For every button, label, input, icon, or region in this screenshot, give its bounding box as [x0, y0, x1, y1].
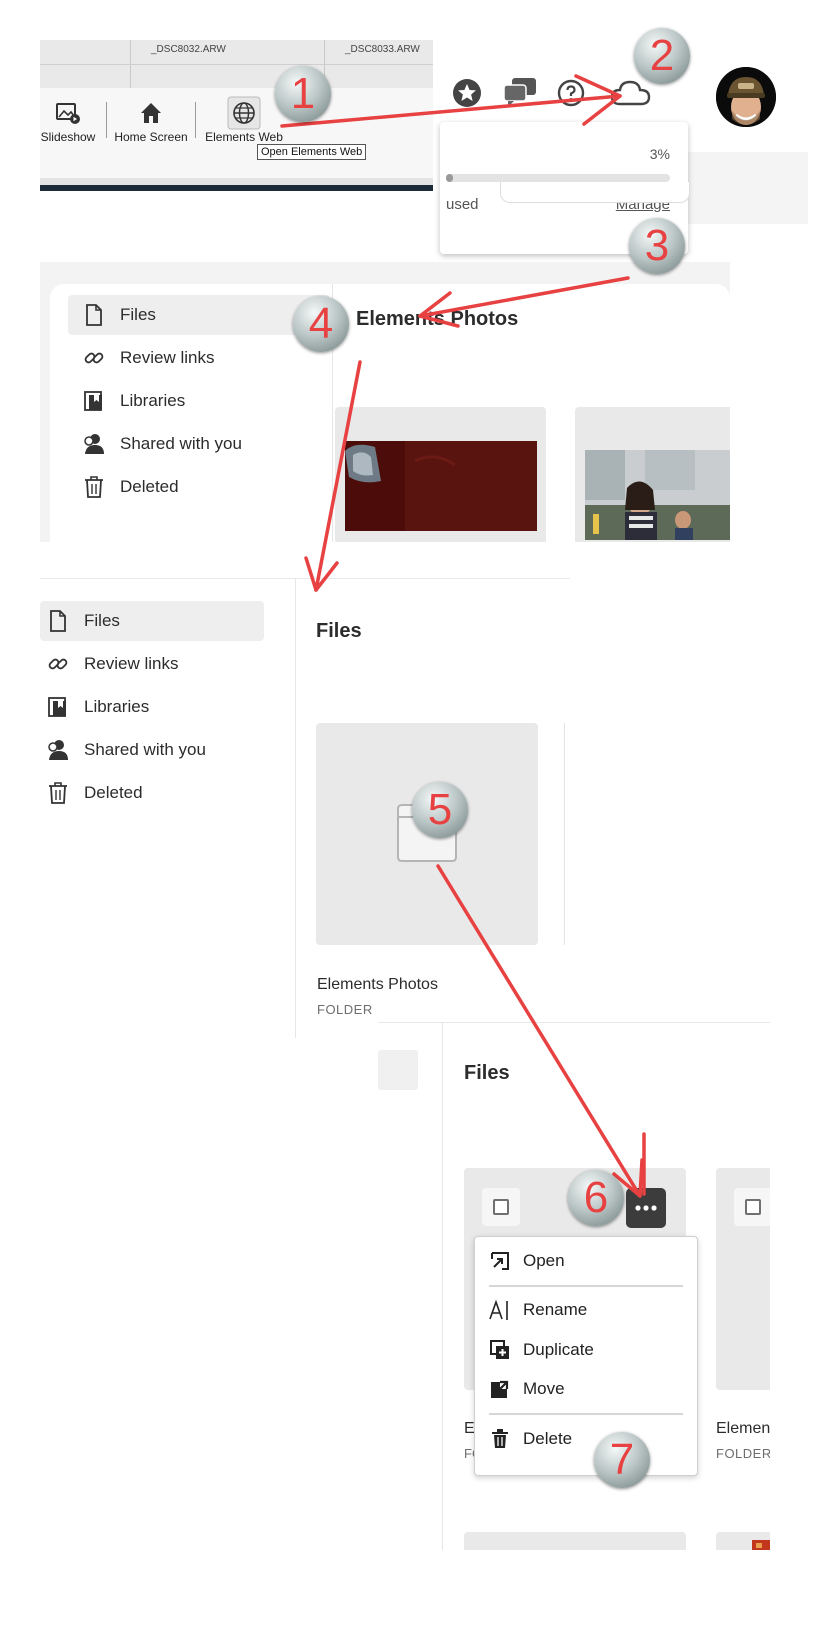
step-badge-2: 2: [634, 28, 690, 84]
arrow-4: [314, 360, 362, 592]
arrow-3: [418, 276, 630, 318]
arrow-1: [280, 94, 622, 128]
step-badge-3: 3: [629, 218, 685, 274]
step-badge-6: 6: [568, 1170, 624, 1226]
step-badge-5: 5: [412, 782, 468, 838]
step-badge-7: 7: [594, 1432, 650, 1488]
step-badge-1: 1: [275, 66, 331, 122]
arrow-5: [436, 864, 642, 1198]
step-badge-4: 4: [293, 296, 349, 352]
